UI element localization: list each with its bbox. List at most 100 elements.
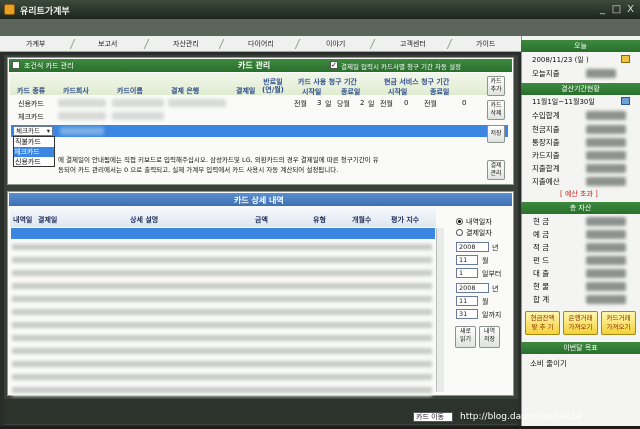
auto-calc-checkbox[interactable]: ✓ — [330, 61, 338, 69]
to-label: 일까지 — [482, 311, 502, 319]
radio-payday[interactable] — [456, 229, 463, 236]
title-bar: 유리트가계부 _ □ X — [0, 0, 640, 19]
toolbar-band — [0, 19, 640, 36]
menu-assets[interactable]: 자산관리 — [173, 39, 199, 49]
bank-expense-redacted — [586, 138, 626, 147]
minimize-button[interactable]: _ — [596, 3, 609, 16]
window-title: 유리트가계부 — [20, 7, 70, 17]
blog-watermark: http://blog.daum.net/ul424 — [460, 412, 582, 422]
reload-button[interactable]: 새로 읽기 — [455, 326, 476, 348]
asset-savings-redacted — [586, 243, 626, 252]
budget-redacted — [586, 177, 626, 186]
maximize-button[interactable]: □ — [610, 3, 623, 16]
detail-scrollbar[interactable] — [436, 228, 444, 392]
dropdown-option-check[interactable]: 체크카드 — [14, 147, 54, 157]
today-date: 2008/11/23 (일 ) — [532, 56, 589, 64]
detail-selected-row[interactable] — [11, 228, 435, 239]
save-card-button[interactable]: 저장 — [487, 125, 505, 143]
asset-total-redacted — [586, 295, 626, 304]
row1-card-type[interactable]: 신용카드 — [18, 99, 44, 109]
col-detail-payday: 결제일 — [38, 216, 58, 224]
home-icon[interactable] — [621, 97, 630, 105]
menu-gagyebu[interactable]: 가계부 — [26, 39, 45, 49]
month-from-select[interactable]: 11 — [456, 255, 478, 265]
asset-fund-label: 펀 드 — [533, 256, 550, 265]
period-range: 11월1일~11월30일 — [532, 98, 595, 106]
col-payday: 결제일 — [236, 87, 256, 95]
month-label-2: 월 — [482, 298, 489, 306]
radio-date-label: 내역일자 — [466, 218, 492, 226]
cash-balance-button[interactable]: 현금잔액 맞 추 기 — [525, 311, 560, 335]
note-line-2: 동되어 카드 관리에서는 0 으로 출력되고, 실제 가계부 입력에서 카드 사… — [58, 166, 339, 174]
dropdown-option-credit[interactable]: 신용카드 — [15, 157, 41, 167]
income-total-redacted — [586, 111, 626, 120]
show-expired-checkbox[interactable] — [12, 61, 20, 69]
detail-title: 카드 상세 내역 — [234, 196, 284, 205]
row1-usage-end-month: 당월 — [337, 100, 350, 108]
calendar-icon[interactable] — [621, 55, 630, 63]
chevron-down-icon: ▾ — [46, 127, 50, 135]
detail-table-header — [10, 208, 436, 227]
card-panel-title: 카드 관리 — [238, 61, 271, 70]
import-card-button[interactable]: 카드거래 가져오기 — [601, 311, 636, 335]
radio-date[interactable] — [456, 218, 463, 225]
row1-unit2: 일 — [368, 100, 375, 108]
col-detail-months: 개월수 — [352, 216, 372, 224]
year-from-select[interactable]: 2008 — [456, 242, 489, 252]
card-type-select[interactable]: 체크카드 ▾ — [13, 126, 53, 136]
row2-company-redacted — [58, 112, 106, 120]
day-to-select[interactable]: 31 — [456, 309, 478, 319]
asset-fund-redacted — [586, 256, 626, 265]
add-card-button[interactable]: 카드 추가 — [487, 76, 505, 96]
import-bank-button[interactable]: 은행거래 가져오기 — [563, 311, 598, 335]
row1-usage-end-day: 2 — [360, 99, 365, 107]
delete-card-button[interactable]: 카드 삭제 — [487, 100, 505, 120]
asset-goods-label: 현 물 — [533, 282, 550, 291]
month-from-value: 11 — [459, 256, 468, 264]
menu-diary[interactable]: 다이어리 — [248, 39, 274, 49]
save-detail-button[interactable]: 내역 저장 — [479, 326, 500, 348]
col-cash-end: 종료일 — [430, 88, 450, 96]
year-label-2: 년 — [492, 285, 499, 293]
dropdown-option-debit[interactable]: 직불카드 — [15, 137, 41, 147]
row1-cash-end: 전월 — [424, 100, 437, 108]
year-to-select[interactable]: 2008 — [456, 283, 489, 293]
expense-total-label: 지출합계 — [532, 164, 560, 173]
payment-manage-button[interactable]: 결제 관리 — [487, 160, 505, 180]
year-from-value: 2008 — [459, 243, 476, 251]
menu-guide[interactable]: 가이드 — [476, 39, 495, 49]
close-button[interactable]: X — [624, 3, 637, 16]
menu-support[interactable]: 고객센터 — [400, 39, 426, 49]
year-to-value: 2008 — [459, 284, 476, 292]
month-to-select[interactable]: 11 — [456, 296, 478, 306]
assets-header: 총 자산 — [521, 202, 640, 214]
card-expense-label: 카드지출 — [532, 151, 560, 160]
col-bank: 결제 은행 — [171, 87, 200, 95]
note-line-1: 에 결제일이 안내됨에는 직접 키보드로 입력해주십시오. 삼성카드및 LG, … — [58, 156, 379, 164]
row2-card-type[interactable]: 체크카드 — [18, 112, 44, 122]
menu-story[interactable]: 이야기 — [326, 39, 345, 49]
month-to-value: 11 — [459, 297, 468, 305]
card-move-field[interactable]: 카드 이동 — [413, 412, 453, 422]
menu-report[interactable]: 보고서 — [98, 39, 117, 49]
income-total-label: 수입합계 — [532, 111, 560, 120]
row1-usage-start-month: 전월 — [294, 100, 307, 108]
row1-name-redacted — [112, 99, 164, 107]
row1-unit: 일 — [325, 100, 332, 108]
row1-cash-start-day: 0 — [404, 99, 409, 107]
asset-goods-redacted — [586, 282, 626, 291]
col-detail-desc: 상세 설명 — [130, 216, 159, 224]
asset-cash-redacted — [586, 217, 626, 226]
auto-calc-label: 결제일 입력시 카드사별 청구 기간 자동 설정 — [341, 63, 462, 71]
col-usage-start: 시작일 — [302, 88, 322, 96]
col-detail-score: 평가 지수 — [391, 216, 420, 224]
col-cash-period: 현금 서비스 청구 기간 — [384, 78, 450, 86]
row1-cash-end-day: 0 — [462, 99, 467, 107]
row1-usage-start-day: 3 — [317, 99, 322, 107]
detail-rows-redacted — [12, 241, 432, 396]
bank-expense-label: 통장지출 — [532, 138, 560, 147]
budget-over-status: [ 예산 초과 ] — [560, 190, 598, 198]
day-from-select[interactable]: 1 — [456, 268, 478, 278]
row3-company-redacted — [60, 127, 104, 135]
col-detail-date: 내역일 — [13, 216, 33, 224]
